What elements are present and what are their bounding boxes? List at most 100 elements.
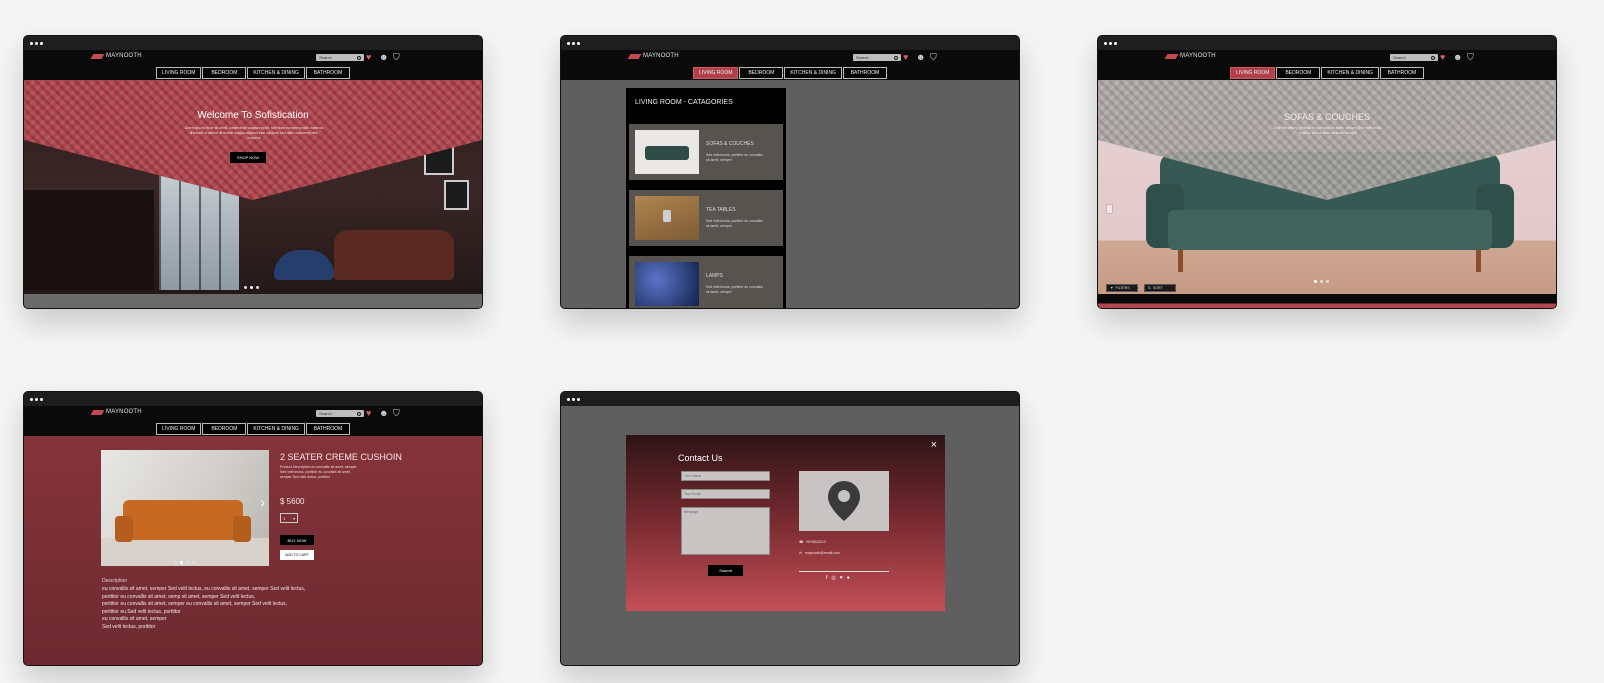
category-name: SOFAS & COUCHES	[706, 141, 754, 147]
nav-kitchen-dining[interactable]: KITCHEN & DINING	[247, 423, 305, 435]
nav-bathroom[interactable]: BATHROOM	[842, 67, 887, 79]
name-field[interactable]: Your Name	[681, 471, 770, 481]
product-image: ›	[101, 450, 269, 566]
filter-icon: ▼	[1110, 286, 1114, 290]
logo-mark-icon	[1164, 53, 1179, 59]
nav-bedroom[interactable]: BEDROOM	[739, 67, 784, 79]
filters-button[interactable]: ▼ FILTERS	[1106, 284, 1138, 292]
next-image-arrow[interactable]: ›	[260, 494, 265, 510]
search-input[interactable]: Search	[1390, 54, 1438, 61]
carousel-dot[interactable]	[256, 286, 259, 289]
nav-bathroom[interactable]: BATHROOM	[1379, 67, 1424, 79]
site-logo[interactable]: MAYNOOTH	[90, 409, 142, 415]
nav-bathroom[interactable]: BATHROOM	[305, 67, 350, 79]
search-icon[interactable]	[894, 55, 898, 60]
instagram-icon[interactable]: ◎	[831, 575, 835, 581]
hero-title: Welcome To Sofistication	[197, 110, 309, 121]
nav-living-room[interactable]: LIVING ROOM	[693, 67, 739, 79]
category-tea-tables[interactable]: TEA TABLES Sed velit lectus, porttitor e…	[629, 190, 783, 246]
shop-now-button[interactable]: SHOP NOW	[230, 152, 266, 163]
product-title: 2 SEATER CREME CUSHOIN	[280, 452, 402, 462]
description-body: eu convallis sit amet, semper Sed velit …	[102, 586, 305, 631]
nav-bathroom[interactable]: BATHROOM	[305, 423, 350, 435]
nav-kitchen-dining[interactable]: KITCHEN & DINING	[1321, 67, 1379, 79]
add-to-cart-button[interactable]: ADD TO CART	[280, 550, 314, 560]
quantity-value: 1	[283, 515, 286, 521]
twitter-icon[interactable]: ♥	[840, 575, 843, 581]
carousel-dot-active[interactable]	[250, 286, 253, 289]
submit-button[interactable]: Submit	[708, 565, 743, 576]
user-icon[interactable]: ☻	[1453, 52, 1462, 62]
nav-bedroom[interactable]: BEDROOM	[202, 67, 247, 79]
nav-bedroom[interactable]: BEDROOM	[202, 423, 247, 435]
carousel-dot[interactable]	[244, 286, 247, 289]
carousel-dots	[1314, 280, 1329, 283]
heart-icon[interactable]: ♥	[366, 52, 371, 62]
site-logo[interactable]: MAYNOOTH	[1164, 53, 1216, 59]
close-icon[interactable]: ×	[931, 439, 937, 451]
carousel-dot[interactable]	[174, 561, 177, 564]
carousel-dot[interactable]	[1320, 280, 1323, 283]
category-desc: Sed velit lectus, porttitor eu convallis…	[706, 285, 763, 294]
product-page: › 2 SEATER CREME CUSHOIN Product Descrip…	[24, 436, 482, 665]
search-icon[interactable]	[357, 411, 361, 416]
nav-living-room[interactable]: LIVING ROOM	[1230, 67, 1276, 79]
hero-banner: Welcome To Sofistication Lorem ipsum dol…	[24, 80, 482, 294]
sort-button[interactable]: ⇅ SORT	[1144, 284, 1176, 292]
heart-icon[interactable]: ♥	[903, 52, 908, 62]
image-dots	[174, 561, 195, 564]
search-icon[interactable]	[1431, 55, 1435, 60]
logo-text: MAYNOOTH	[1180, 53, 1216, 59]
sofas-text: Sed velit lectus, porttitor eu convallis…	[1273, 126, 1383, 135]
sort-label: SORT	[1152, 286, 1163, 290]
search-input[interactable]: Search	[853, 54, 901, 61]
sofa-seat	[1168, 210, 1492, 250]
carousel-dot-active[interactable]	[180, 561, 183, 564]
carousel-dot[interactable]	[192, 561, 195, 564]
heart-icon[interactable]: ♥	[366, 408, 371, 418]
nav-bedroom[interactable]: BEDROOM	[1276, 67, 1321, 79]
basket-icon[interactable]: ⛉	[930, 52, 937, 62]
nav-living-room[interactable]: LIVING ROOM	[156, 423, 202, 435]
site-header: MAYNOOTH Search ♥ ☻ ⛉	[1098, 50, 1556, 66]
message-field[interactable]: Message	[681, 507, 770, 555]
logo-text: MAYNOOTH	[106, 409, 142, 415]
search-icon[interactable]	[357, 55, 361, 60]
lamp-thumbnail	[635, 262, 699, 306]
sofa-leg	[1476, 250, 1481, 272]
carousel-dot-active[interactable]	[1314, 280, 1317, 283]
basket-icon[interactable]: ⛉	[393, 52, 400, 62]
search-input[interactable]: Search	[316, 54, 364, 61]
logo-mark-icon	[90, 53, 105, 59]
basket-icon[interactable]: ⛉	[1467, 52, 1474, 62]
quantity-select[interactable]: 1 ▾	[280, 513, 298, 523]
email-field[interactable]: Your Email	[681, 489, 770, 499]
site-logo[interactable]: MAYNOOTH	[627, 53, 679, 59]
user-icon[interactable]: ☻	[379, 52, 388, 62]
site-logo[interactable]: MAYNOOTH	[90, 53, 142, 59]
nav-kitchen-dining[interactable]: KITCHEN & DINING	[247, 67, 305, 79]
mail-icon: ✉	[799, 551, 802, 555]
name-placeholder: Your Name	[684, 474, 702, 478]
sofa-thumbnail	[635, 130, 699, 174]
logo-text: MAYNOOTH	[106, 53, 142, 59]
window-chrome	[1098, 36, 1556, 50]
user-icon[interactable]: ☻	[916, 52, 925, 62]
facebook-icon[interactable]: f	[826, 575, 827, 581]
phone-row: ☎ 9876543210	[799, 540, 826, 544]
carousel-dot[interactable]	[186, 561, 189, 564]
category-sofas[interactable]: SOFAS & COUCHES Sed velit lectus, portti…	[629, 124, 783, 180]
globe-icon[interactable]: ●	[847, 575, 850, 581]
category-lamps[interactable]: LAMPS Sed velit lectus, porttitor eu con…	[629, 256, 783, 308]
basket-icon[interactable]: ⛉	[393, 408, 400, 418]
user-icon[interactable]: ☻	[379, 408, 388, 418]
search-input[interactable]: Search	[316, 410, 364, 417]
description-line: eu convallis sit amet, semper	[102, 616, 167, 622]
nav-kitchen-dining[interactable]: KITCHEN & DINING	[784, 67, 842, 79]
contact-window: × Contact Us Your Name Your Email Messag…	[560, 391, 1020, 666]
contact-modal: × Contact Us Your Name Your Email Messag…	[626, 435, 945, 611]
heart-icon[interactable]: ♥	[1440, 52, 1445, 62]
nav-living-room[interactable]: LIVING ROOM	[156, 67, 202, 79]
carousel-dot[interactable]	[1326, 280, 1329, 283]
buy-now-button[interactable]: BUY NOW	[280, 535, 314, 545]
